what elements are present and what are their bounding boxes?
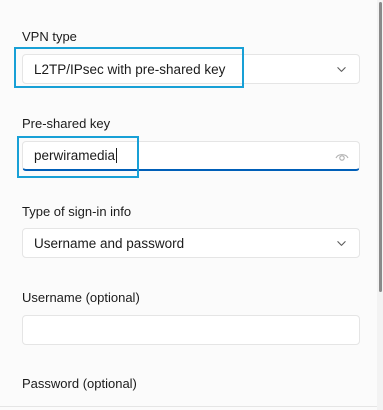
scrollbar-thumb[interactable] <box>379 2 382 292</box>
sign-in-type-selected-value: Username and password <box>34 235 185 251</box>
pre-shared-key-label: Pre-shared key <box>22 116 111 131</box>
vpn-type-dropdown[interactable]: L2TP/IPsec with pre-shared key <box>22 54 360 84</box>
pre-shared-key-input[interactable]: perwiramedia <box>22 141 360 171</box>
username-input[interactable] <box>22 315 360 345</box>
pre-shared-key-value: perwiramedia <box>23 148 359 163</box>
pre-shared-key-text: perwiramedia <box>34 148 116 163</box>
eye-icon[interactable] <box>335 151 349 163</box>
vpn-type-selected-value: L2TP/IPsec with pre-shared key <box>34 61 226 77</box>
footer-divider <box>0 406 377 407</box>
text-caret <box>116 148 118 163</box>
vpn-type-label: VPN type <box>22 29 77 44</box>
vpn-settings-panel: VPN type L2TP/IPsec with pre-shared key … <box>0 0 377 410</box>
sign-in-type-label: Type of sign-in info <box>22 204 132 219</box>
chevron-down-icon <box>337 67 346 72</box>
sign-in-type-dropdown[interactable]: Username and password <box>22 228 360 258</box>
chevron-down-icon <box>337 241 346 246</box>
password-label: Password (optional) <box>22 376 137 391</box>
scrollbar[interactable] <box>377 0 383 410</box>
username-label: Username (optional) <box>22 290 140 305</box>
